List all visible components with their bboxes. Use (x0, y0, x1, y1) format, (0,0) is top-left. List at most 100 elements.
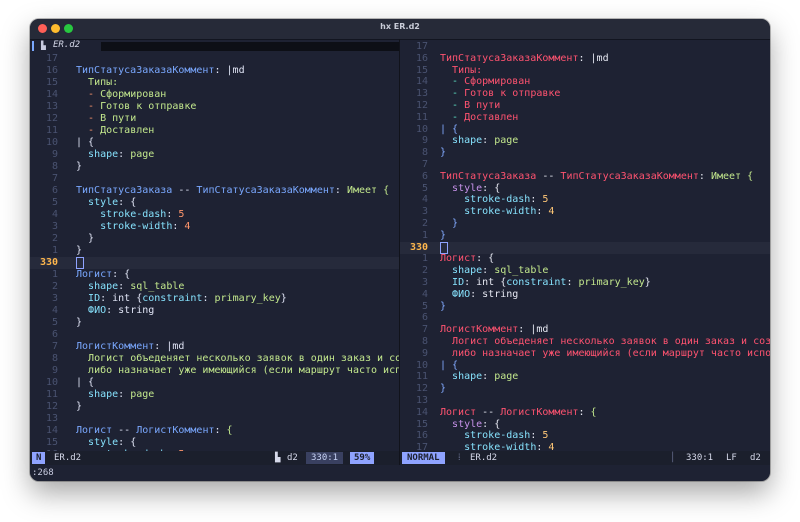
code-line[interactable]: 13 - Готов к отправке (30, 101, 399, 113)
code-line[interactable]: 8} (400, 147, 770, 159)
code-line[interactable]: 10 | { (30, 137, 399, 149)
line-text: } (440, 383, 447, 395)
code-line[interactable]: 7 ЛогистКоммент: |md (400, 324, 770, 336)
code-line[interactable]: 6 (400, 312, 770, 324)
line-number: 8 (51, 353, 58, 364)
code-line[interactable]: 6 (30, 329, 399, 341)
code-line[interactable]: 1 Логист: { (30, 269, 399, 281)
code-line[interactable]: 17 (30, 53, 399, 65)
code-line[interactable]: 1 Логист: { (400, 253, 770, 265)
left-code-area[interactable]: 17 16 ТипСтатусаЗаказаКоммент: |md 15 Типы:… (30, 53, 399, 451)
code-line[interactable]: 12} (400, 383, 770, 395)
code-line[interactable]: 8 Логист объеденяет несколько заявок в о… (30, 353, 399, 365)
code-line[interactable]: 5} (30, 317, 399, 329)
line-text: shape: page (452, 135, 519, 147)
status-line-ending: LF (726, 453, 737, 463)
code-line[interactable]: 1} (30, 245, 399, 257)
code-line[interactable]: 7 (400, 159, 770, 171)
right-editor-pane[interactable]: 17 16 ТипСтатусаЗаказаКоммент: |md 15 Типы:… (400, 39, 770, 451)
command-line[interactable]: :268 (30, 465, 770, 481)
text-cursor (76, 257, 84, 269)
code-line[interactable]: 6 ТипСтатусаЗаказа -- ТипСтатусаЗаказаКом… (400, 171, 770, 183)
code-line[interactable]: 14 Логист -- ЛогистКоммент: { (30, 425, 399, 437)
code-line[interactable]: 15 style: { (400, 419, 770, 431)
code-line[interactable]: 16 ТипСтатусаЗаказаКоммент: |md (30, 65, 399, 77)
buffer-tab-er-d2[interactable]: ER.d2 (53, 40, 80, 50)
code-line[interactable]: 15 Типы: (30, 77, 399, 89)
line-number: 330 (409, 241, 428, 253)
code-line[interactable]: 11 shape: page (30, 389, 399, 401)
code-line[interactable]: 3 stroke-width: 4 (400, 206, 770, 218)
code-line[interactable]: 16 ТипСтатусаЗаказаКоммент: |md (400, 53, 770, 65)
code-line[interactable]: 3 ID: int {constraint: primary_key} (400, 277, 770, 289)
code-line[interactable]: 4 stroke-dash: 5 (30, 209, 399, 221)
line-text: shape: sql_table (452, 265, 549, 277)
line-text: Логист -- ЛогистКоммент: { (440, 406, 597, 418)
text-cursor (440, 241, 448, 254)
code-line[interactable]: 6 ТипСтатусаЗаказа -- ТипСтатусаЗаказаКом… (30, 185, 399, 197)
line-text: ID: int {constraint: primary_key} (88, 293, 287, 304)
line-number: 17 (415, 442, 428, 451)
code-line[interactable]: 5 style: { (30, 197, 399, 209)
code-line[interactable]: 3 ID: int {constraint: primary_key} (30, 293, 399, 305)
code-line[interactable]: 11 - Доставлен (400, 112, 770, 124)
tab-bar-filler (101, 42, 399, 51)
scroll-position-bar (378, 457, 388, 463)
code-line[interactable]: 4 ФИО: string (400, 289, 770, 301)
code-line[interactable]: 13 - Готов к отправке (400, 88, 770, 100)
code-line[interactable]: 4 ФИО: string (30, 305, 399, 317)
line-number: 6 (51, 185, 58, 196)
line-number: 16 (45, 65, 58, 76)
line-text: stroke-dash: 5 (464, 430, 549, 442)
code-line[interactable]: 14 - Сформирован (400, 76, 770, 88)
line-text: } (76, 401, 83, 412)
code-line[interactable]: 5} (400, 301, 770, 313)
code-line[interactable]: 17 stroke-width: 4 (400, 442, 770, 451)
line-number: 330 (39, 257, 58, 268)
line-text: - Сформирован (452, 76, 531, 88)
line-text: либо назначает уже имеющийся (если маршр… (88, 365, 399, 376)
code-line[interactable]: 9 shape: page (30, 149, 399, 161)
line-number: 2 (421, 265, 428, 277)
code-line[interactable]: 9 либо назначает уже имеющийся (если мар… (30, 365, 399, 377)
code-line[interactable]: 13 (400, 395, 770, 407)
left-editor-pane[interactable]: ▙ ER.d2 17 16 ТипСтатусаЗаказаКоммент: |md… (30, 39, 399, 451)
code-line[interactable]: 330 (400, 241, 770, 254)
code-line[interactable]: 2 shape: sql_table (400, 265, 770, 277)
code-line[interactable]: 5 style: { (400, 183, 770, 195)
code-line[interactable]: 1} (400, 230, 770, 242)
code-line[interactable]: 2 shape: sql_table (30, 281, 399, 293)
code-line[interactable]: 16 stroke-dash: 5 (400, 430, 770, 442)
line-text: - Готов к отправке (452, 88, 561, 100)
code-line[interactable]: 9 либо назначает уже имеющийся (если мар… (400, 348, 770, 360)
code-line[interactable]: 8 Логист объеденяет несколько заявок в о… (400, 336, 770, 348)
code-line[interactable]: 17 (400, 41, 770, 53)
code-line[interactable]: 10 | { (30, 377, 399, 389)
code-line[interactable]: 14 - Сформирован (30, 89, 399, 101)
code-line[interactable]: 13 (30, 413, 399, 425)
code-line[interactable]: 7 ЛогистКоммент: |md (30, 341, 399, 353)
code-line[interactable]: 14 Логист -- ЛогистКоммент: { (400, 407, 770, 419)
code-line[interactable]: 4 stroke-dash: 5 (400, 194, 770, 206)
code-line[interactable]: 8} (30, 161, 399, 173)
code-line[interactable]: 9 shape: page (400, 135, 770, 147)
line-number: 14 (45, 425, 58, 436)
code-line[interactable]: 12} (30, 401, 399, 413)
code-line[interactable]: 15 style: { (30, 437, 399, 449)
code-line[interactable]: 12 - В пути (400, 100, 770, 112)
command-text: :268 (32, 468, 54, 478)
line-number: 3 (51, 293, 58, 304)
code-line[interactable]: 11 shape: page (400, 371, 770, 383)
code-line[interactable]: 12 - В пути (30, 113, 399, 125)
code-line[interactable]: 3 stroke-width: 4 (30, 221, 399, 233)
right-code-area[interactable]: 17 16 ТипСтатусаЗаказаКоммент: |md 15 Типы:… (400, 41, 770, 451)
code-line[interactable]: 2 } (400, 218, 770, 230)
code-line[interactable]: 15 Типы: (400, 65, 770, 77)
code-line[interactable]: 2 } (30, 233, 399, 245)
code-line[interactable]: 11 - Доставлен (30, 125, 399, 137)
code-line[interactable]: 330 (30, 257, 399, 269)
code-line[interactable]: 7 (30, 173, 399, 185)
line-number: 12 (415, 383, 428, 395)
code-line[interactable]: 10 | { (400, 124, 770, 136)
code-line[interactable]: 10 | { (400, 360, 770, 372)
